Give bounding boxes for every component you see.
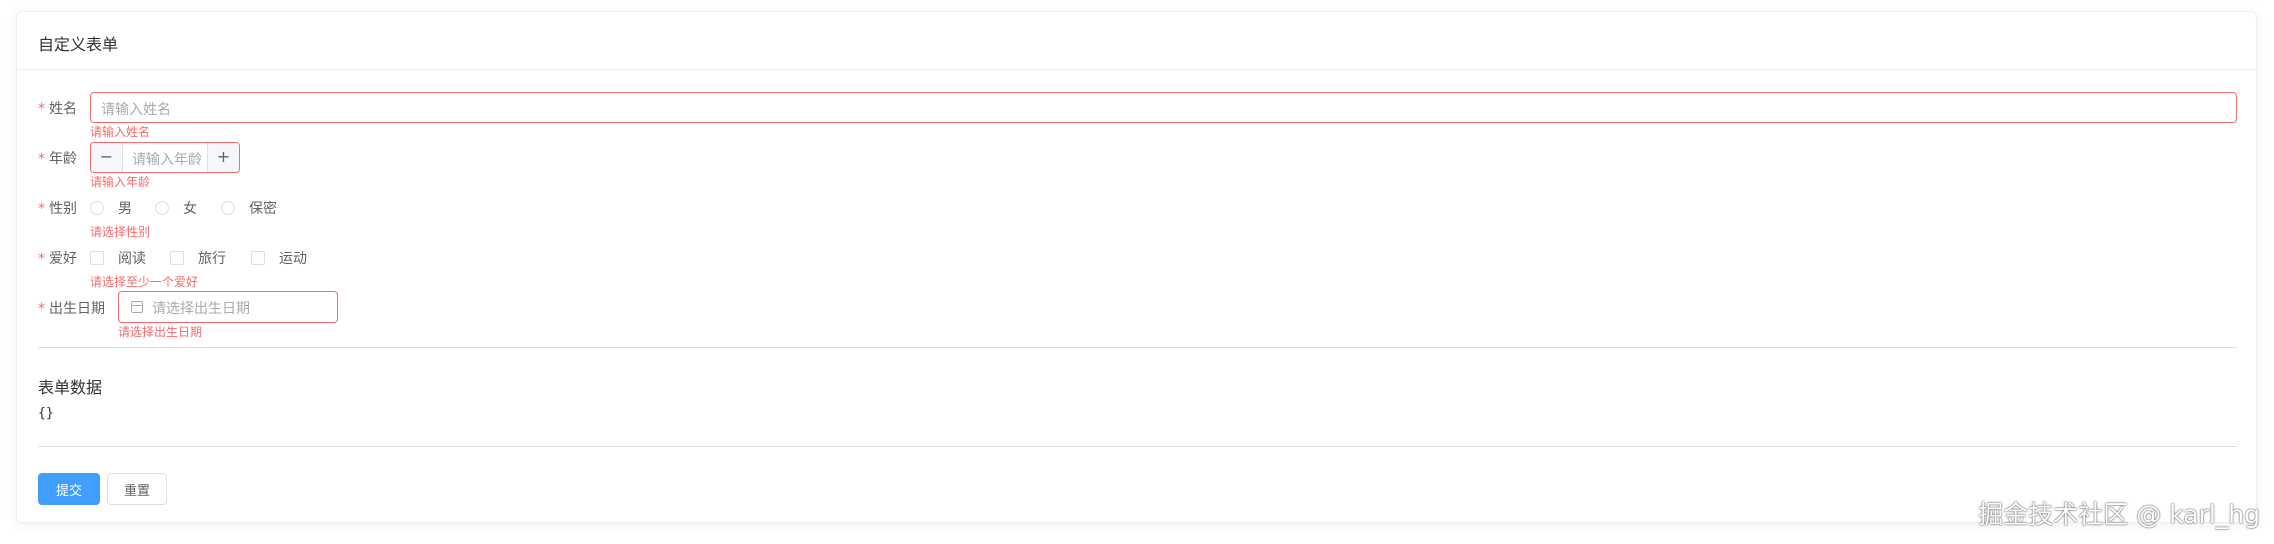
card-title: 自定义表单 [38, 35, 119, 54]
radio-icon[interactable] [90, 201, 104, 215]
gender-option-female[interactable]: 女 [155, 198, 197, 218]
name-placeholder: 请输入姓名 [101, 102, 171, 118]
name-error: 请输入姓名 [90, 125, 151, 139]
hobby-label: * 爱好 [38, 251, 77, 267]
reset-button[interactable]: 重置 [107, 473, 167, 505]
hobby-error: 请选择至少一个爱好 [90, 275, 199, 289]
minus-icon[interactable]: − [91, 143, 123, 172]
age-label: * 年龄 [38, 151, 77, 167]
name-input[interactable]: 请输入姓名 [90, 92, 2237, 123]
form-data-title: 表单数据 [38, 378, 103, 397]
gender-label: * 性别 [38, 201, 77, 217]
card-header: 自定义表单 [17, 12, 2256, 70]
form-data-json: {} [38, 406, 54, 421]
hobby-option-sports[interactable]: 运动 [251, 248, 307, 268]
gender-error: 请选择性别 [90, 225, 151, 239]
birthday-placeholder: 请选择出生日期 [152, 301, 250, 317]
plus-icon[interactable]: + [207, 143, 239, 172]
birthday-date-picker[interactable]: 请选择出生日期 [118, 291, 338, 323]
name-label: * 姓名 [38, 101, 77, 117]
hobby-option-travel[interactable]: 旅行 [170, 248, 226, 268]
gender-option-male[interactable]: 男 [90, 198, 132, 218]
birthday-label: * 出生日期 [38, 301, 105, 317]
calendar-icon [131, 301, 143, 313]
age-stepper[interactable]: − 请输入年龄 + [90, 142, 240, 173]
form-card: 自定义表单 * 姓名 请输入姓名 请输入姓名 * 年龄 − 请输入年龄 + 请输入年… [16, 11, 2257, 523]
hobby-option-reading[interactable]: 阅读 [90, 248, 146, 268]
birthday-error: 请选择出生日期 [118, 325, 203, 339]
age-error: 请输入年龄 [90, 175, 151, 189]
divider [38, 347, 2237, 348]
divider [38, 446, 2237, 447]
checkbox-icon[interactable] [90, 251, 104, 265]
age-placeholder: 请输入年龄 [132, 152, 202, 168]
checkbox-icon[interactable] [170, 251, 184, 265]
radio-icon[interactable] [155, 201, 169, 215]
gender-option-secret[interactable]: 保密 [221, 198, 277, 218]
checkbox-icon[interactable] [251, 251, 265, 265]
watermark: 掘金技术社区 @ karl_hg [1978, 500, 2260, 529]
radio-icon[interactable] [221, 201, 235, 215]
submit-button[interactable]: 提交 [38, 473, 100, 505]
